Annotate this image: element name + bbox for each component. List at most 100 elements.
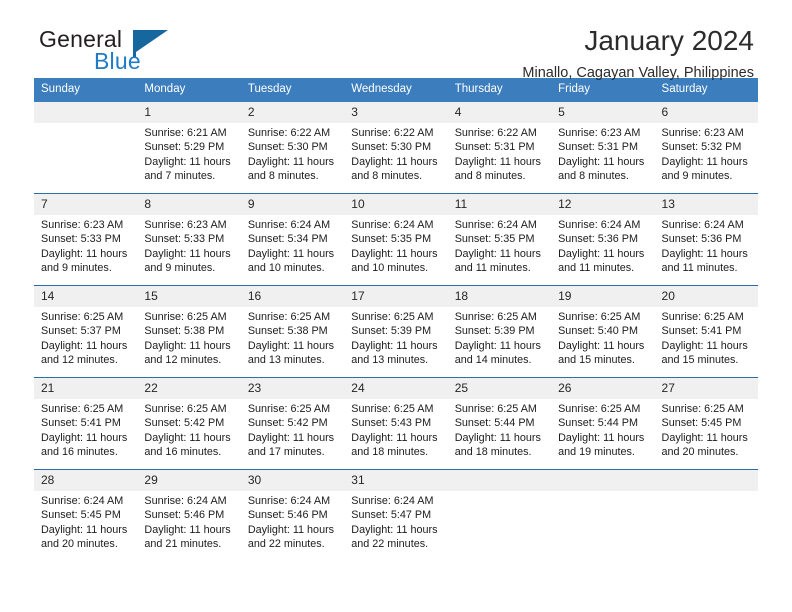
sunset-text: Sunset: 5:33 PM	[41, 233, 121, 246]
day-number[interactable]: 28	[34, 469, 138, 491]
daylight-text-line1: Daylight: 11 hours	[661, 247, 748, 260]
day-cell[interactable]: Sunrise: 6:24 AM Sunset: 5:35 PM Dayligh…	[447, 215, 552, 286]
day-cell[interactable]: Sunrise: 6:25 AM Sunset: 5:42 PM Dayligh…	[137, 399, 241, 470]
day-number[interactable]: 7	[34, 193, 138, 215]
daylight-text-line1: Daylight: 11 hours	[351, 155, 438, 168]
day-number[interactable]: 15	[137, 285, 241, 307]
day-cell[interactable]: Sunrise: 6:25 AM Sunset: 5:44 PM Dayligh…	[447, 399, 552, 470]
day-number[interactable]	[654, 469, 758, 491]
day-cell[interactable]: Sunrise: 6:25 AM Sunset: 5:43 PM Dayligh…	[344, 399, 448, 470]
sunrise-text: Sunrise: 6:24 AM	[144, 495, 227, 507]
day-cell[interactable]: Sunrise: 6:25 AM Sunset: 5:39 PM Dayligh…	[344, 307, 448, 378]
sunset-text: Sunset: 5:42 PM	[247, 417, 328, 430]
day-number[interactable]: 26	[551, 377, 655, 399]
day-number[interactable]: 6	[654, 102, 758, 123]
day-cell[interactable]: Sunrise: 6:22 AM Sunset: 5:30 PM Dayligh…	[240, 123, 345, 194]
day-number[interactable]: 22	[137, 377, 241, 399]
day-cell[interactable]	[551, 491, 655, 561]
day-cell[interactable]: Sunrise: 6:21 AM Sunset: 5:29 PM Dayligh…	[137, 123, 241, 194]
day-cell[interactable]: Sunrise: 6:24 AM Sunset: 5:46 PM Dayligh…	[137, 491, 241, 561]
day-cell[interactable]: Sunrise: 6:24 AM Sunset: 5:36 PM Dayligh…	[654, 215, 758, 286]
day-number[interactable]: 13	[654, 193, 758, 215]
day-number[interactable]: 12	[551, 193, 655, 215]
day-number[interactable]: 4	[447, 102, 552, 123]
day-number[interactable]: 1	[137, 102, 241, 123]
day-cell[interactable]: Sunrise: 6:22 AM Sunset: 5:30 PM Dayligh…	[344, 123, 448, 194]
day-number[interactable]: 2	[240, 102, 345, 123]
sunset-text: Sunset: 5:36 PM	[661, 233, 742, 246]
day-number[interactable]: 16	[240, 285, 345, 307]
day-cell[interactable]: Sunrise: 6:25 AM Sunset: 5:39 PM Dayligh…	[447, 307, 552, 378]
day-number[interactable]: 30	[240, 469, 345, 491]
daylight-text-line2: and 15 minutes.	[661, 354, 739, 367]
day-cell[interactable]: Sunrise: 6:24 AM Sunset: 5:47 PM Dayligh…	[344, 491, 448, 561]
day-number[interactable]: 31	[344, 469, 448, 491]
day-number[interactable]: 25	[447, 377, 552, 399]
day-cell[interactable]: Sunrise: 6:24 AM Sunset: 5:34 PM Dayligh…	[240, 215, 345, 286]
daylight-text-line1: Daylight: 11 hours	[351, 339, 438, 352]
day-cell[interactable]: Sunrise: 6:25 AM Sunset: 5:44 PM Dayligh…	[551, 399, 655, 470]
day-cell[interactable]: Sunrise: 6:23 AM Sunset: 5:31 PM Dayligh…	[551, 123, 655, 194]
day-cell[interactable]: Sunrise: 6:25 AM Sunset: 5:41 PM Dayligh…	[34, 399, 138, 470]
day-cell[interactable]: Sunrise: 6:22 AM Sunset: 5:31 PM Dayligh…	[447, 123, 552, 194]
daylight-text-line1: Daylight: 11 hours	[661, 431, 748, 444]
day-cell[interactable]: Sunrise: 6:23 AM Sunset: 5:33 PM Dayligh…	[137, 215, 241, 286]
sunset-text: Sunset: 5:44 PM	[454, 417, 535, 430]
day-number[interactable]: 29	[137, 469, 241, 491]
sunset-text: Sunset: 5:38 PM	[247, 325, 328, 338]
day-number[interactable]: 3	[344, 102, 448, 123]
sunset-text: Sunset: 5:45 PM	[661, 417, 742, 430]
day-cell[interactable]	[654, 491, 758, 561]
daylight-text-line2: and 18 minutes.	[454, 446, 532, 459]
day-cell[interactable]: Sunrise: 6:25 AM Sunset: 5:42 PM Dayligh…	[240, 399, 345, 470]
day-number[interactable]: 10	[344, 193, 448, 215]
day-number[interactable]	[447, 469, 552, 491]
week-number-row: 28 29 30 31	[34, 469, 758, 491]
day-cell[interactable]: Sunrise: 6:25 AM Sunset: 5:38 PM Dayligh…	[137, 307, 241, 378]
day-number[interactable]: 11	[447, 193, 552, 215]
day-number[interactable]: 9	[240, 193, 345, 215]
sunrise-text: Sunrise: 6:23 AM	[41, 219, 124, 231]
daylight-text-line2: and 10 minutes.	[247, 262, 325, 275]
day-cell[interactable]	[34, 123, 138, 194]
day-cell[interactable]: Sunrise: 6:23 AM Sunset: 5:32 PM Dayligh…	[654, 123, 758, 194]
day-cell[interactable]: Sunrise: 6:23 AM Sunset: 5:33 PM Dayligh…	[34, 215, 138, 286]
day-number[interactable]: 27	[654, 377, 758, 399]
daylight-text-line2: and 20 minutes.	[661, 446, 739, 459]
day-cell[interactable]: Sunrise: 6:25 AM Sunset: 5:40 PM Dayligh…	[551, 307, 655, 378]
sunrise-text: Sunrise: 6:22 AM	[454, 127, 537, 139]
sunset-text: Sunset: 5:46 PM	[247, 509, 328, 522]
day-number[interactable]: 19	[551, 285, 655, 307]
week-info-row: Sunrise: 6:25 AM Sunset: 5:41 PM Dayligh…	[34, 399, 758, 470]
day-cell[interactable]: Sunrise: 6:25 AM Sunset: 5:41 PM Dayligh…	[654, 307, 758, 378]
day-number[interactable]: 17	[344, 285, 448, 307]
day-cell[interactable]: Sunrise: 6:25 AM Sunset: 5:37 PM Dayligh…	[34, 307, 138, 378]
title-block: January 2024 Minallo, Cagayan Valley, Ph…	[522, 24, 754, 82]
day-cell[interactable]: Sunrise: 6:24 AM Sunset: 5:36 PM Dayligh…	[551, 215, 655, 286]
sunset-text: Sunset: 5:32 PM	[661, 141, 742, 154]
day-cell[interactable]: Sunrise: 6:24 AM Sunset: 5:35 PM Dayligh…	[344, 215, 448, 286]
day-number[interactable]: 14	[34, 285, 138, 307]
day-cell[interactable]: Sunrise: 6:24 AM Sunset: 5:45 PM Dayligh…	[34, 491, 138, 561]
sunrise-text: Sunrise: 6:25 AM	[41, 311, 124, 323]
week-number-row: 21 22 23 24 25 26 27	[34, 377, 758, 399]
day-number[interactable]: 23	[240, 377, 345, 399]
day-number[interactable]: 20	[654, 285, 758, 307]
day-cell[interactable]: Sunrise: 6:25 AM Sunset: 5:38 PM Dayligh…	[240, 307, 345, 378]
day-number[interactable]: 24	[344, 377, 448, 399]
logo-general-blue[interactable]: General Blue	[39, 26, 239, 78]
day-number[interactable]	[34, 102, 138, 123]
day-cell[interactable]: Sunrise: 6:24 AM Sunset: 5:46 PM Dayligh…	[240, 491, 345, 561]
daylight-text-line1: Daylight: 11 hours	[41, 431, 128, 444]
daylight-text-line1: Daylight: 11 hours	[351, 523, 438, 536]
day-number[interactable]: 21	[34, 377, 138, 399]
day-number[interactable]	[551, 469, 655, 491]
day-cell[interactable]	[447, 491, 552, 561]
day-cell[interactable]: Sunrise: 6:25 AM Sunset: 5:45 PM Dayligh…	[654, 399, 758, 470]
day-number[interactable]: 5	[551, 102, 655, 123]
daylight-text-line2: and 7 minutes.	[144, 170, 216, 183]
day-number[interactable]: 8	[137, 193, 241, 215]
daylight-text-line2: and 9 minutes.	[144, 262, 216, 275]
daylight-text-line1: Daylight: 11 hours	[351, 431, 438, 444]
day-number[interactable]: 18	[447, 285, 552, 307]
